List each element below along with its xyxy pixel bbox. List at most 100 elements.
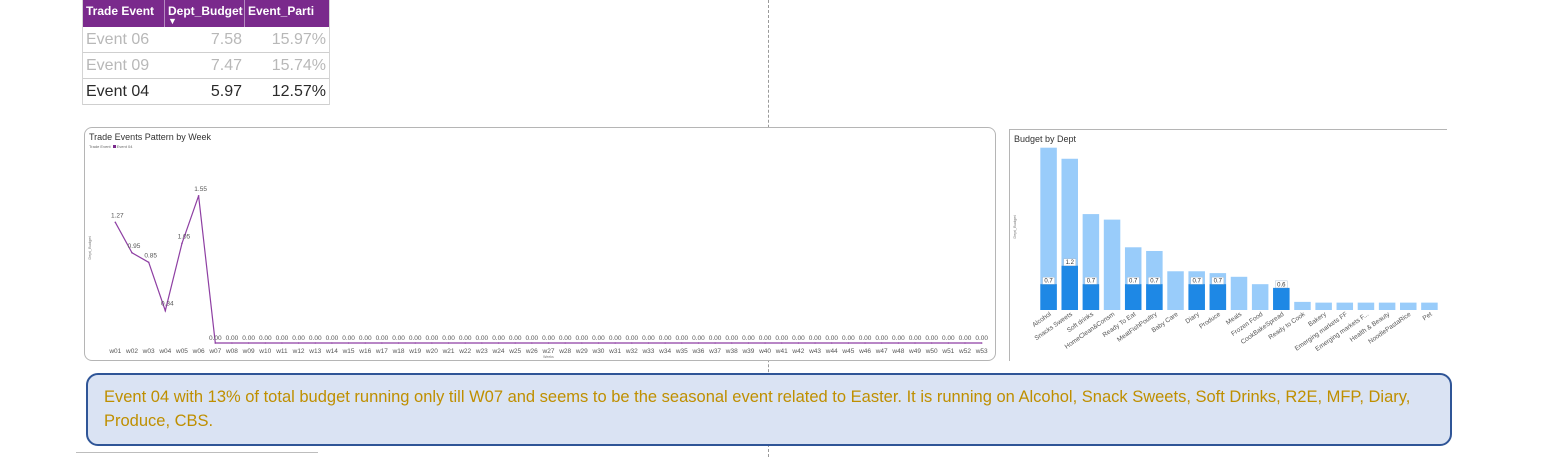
x-tick-label: w48 xyxy=(891,348,904,355)
data-point xyxy=(797,342,800,344)
data-label: 0.00 xyxy=(792,335,805,342)
data-label: 0.00 xyxy=(359,335,372,342)
data-point xyxy=(347,342,350,344)
x-tick-label: w32 xyxy=(625,348,638,355)
data-label: 0.7 xyxy=(1087,279,1096,285)
data-label: 0.00 xyxy=(292,335,305,342)
data-point xyxy=(830,342,833,344)
x-tick-label: w45 xyxy=(841,348,854,355)
x-tick-label: w02 xyxy=(125,348,138,355)
data-point xyxy=(581,342,583,344)
header-event-parti[interactable]: Event_Parti xyxy=(245,0,329,27)
x-tick-label: w06 xyxy=(192,348,205,355)
data-label: 0.00 xyxy=(276,335,289,342)
data-label: 0.00 xyxy=(609,335,622,342)
bar-total xyxy=(1400,302,1417,310)
table-scrollbar[interactable] xyxy=(76,452,318,456)
x-tick-label: w43 xyxy=(808,348,821,355)
x-tick-label: w10 xyxy=(258,348,271,355)
data-label: 0.7 xyxy=(1193,279,1202,285)
series-line-event-04 xyxy=(114,195,982,344)
line-chart-panel[interactable]: Trade Events Pattern by Week Trade Event… xyxy=(84,127,996,361)
x-tick-label: w11 xyxy=(275,348,288,355)
x-tick-label: w15 xyxy=(342,348,355,355)
header-dept-budget[interactable]: Dept_Budget ▼ xyxy=(165,0,245,27)
x-tick-label: w41 xyxy=(775,348,788,355)
data-point xyxy=(780,342,783,344)
header-trade-event[interactable]: Trade Event xyxy=(83,0,165,27)
x-tick-label: w05 xyxy=(175,348,188,355)
x-tick-label: w44 xyxy=(825,348,838,355)
x-tick-label: w35 xyxy=(675,348,688,355)
y-axis-label: Dept_Budget xyxy=(87,235,92,259)
data-label: 0.00 xyxy=(959,335,972,342)
x-tick-label: w21 xyxy=(442,348,455,355)
data-point xyxy=(964,342,966,344)
data-point xyxy=(564,342,566,344)
x-tick-label: w17 xyxy=(375,348,388,355)
data-label: 0.00 xyxy=(709,335,722,342)
data-label: 1.27 xyxy=(111,212,124,219)
data-label: 0.7 xyxy=(1214,279,1223,285)
data-point xyxy=(714,342,716,344)
x-tick-label: w12 xyxy=(292,348,305,355)
bar-event xyxy=(1146,284,1163,310)
data-point xyxy=(297,342,300,344)
data-point xyxy=(531,342,533,344)
data-point xyxy=(947,342,950,344)
x-tick-label: w04 xyxy=(158,348,171,355)
data-label: 0.00 xyxy=(642,335,655,342)
sort-desc-icon: ▼ xyxy=(168,16,177,26)
header-dept-budget-label: Dept_Budget xyxy=(168,4,243,18)
cell-event: Event 09 xyxy=(86,56,150,74)
data-label: 0.00 xyxy=(342,335,355,342)
data-label: 0.00 xyxy=(925,335,938,342)
x-axis-label: Weeks xyxy=(543,355,554,359)
data-label: 1.05 xyxy=(178,233,191,240)
data-label: 0.95 xyxy=(128,243,141,250)
bar-event xyxy=(1209,284,1227,310)
trade-event-table: Trade Event Dept_Budget ▼ Event_Parti Eve… xyxy=(82,0,330,105)
table-row-selected[interactable]: Event 04 5.97 12.57% xyxy=(83,79,329,105)
bar-chart-panel[interactable]: Budget by Dept Dept_Budget 0.7 Alcohol 1.2 S… xyxy=(1009,129,1447,361)
x-tick-label: Pet xyxy=(1422,311,1434,322)
data-point xyxy=(664,342,666,344)
data-point xyxy=(764,342,766,344)
x-tick-label: w28 xyxy=(558,348,571,355)
data-point xyxy=(114,221,117,224)
x-tick-label: w33 xyxy=(641,348,654,355)
data-point xyxy=(364,342,367,344)
data-label: 0.00 xyxy=(759,335,772,342)
bar-total xyxy=(1294,301,1311,310)
data-label: 0.00 xyxy=(409,335,422,342)
bar-total xyxy=(1251,284,1269,310)
cell-share: 15.97% xyxy=(271,30,326,48)
x-tick-label: w20 xyxy=(425,348,438,355)
data-label: 0.7 xyxy=(1150,279,1159,285)
data-point xyxy=(614,342,616,344)
x-tick-label: w19 xyxy=(408,348,421,355)
x-tick-label: w07 xyxy=(208,348,221,355)
table-row[interactable]: Event 09 7.47 15.74% xyxy=(83,53,329,79)
data-point xyxy=(730,342,733,344)
data-point xyxy=(631,342,633,344)
data-label: 0.00 xyxy=(492,335,505,342)
x-tick-label: w36 xyxy=(691,348,704,355)
x-tick-label: w08 xyxy=(225,348,238,355)
data-point xyxy=(381,342,383,344)
data-point xyxy=(147,261,150,264)
data-label: 0.00 xyxy=(875,335,888,342)
x-tick-label: w53 xyxy=(975,348,988,355)
bar-event xyxy=(1082,284,1100,310)
bar-event xyxy=(1040,284,1057,310)
x-tick-label: w39 xyxy=(741,348,754,355)
data-label: 0.00 xyxy=(859,335,872,342)
table-row[interactable]: Event 06 7.58 15.97% xyxy=(83,27,329,53)
x-tick-label: w25 xyxy=(508,348,521,355)
data-label: 0.6 xyxy=(1277,282,1286,288)
x-tick-label: w49 xyxy=(908,348,921,355)
data-label: 0.7 xyxy=(1129,279,1138,285)
data-point xyxy=(164,309,167,312)
data-label: 0.00 xyxy=(259,335,272,342)
data-label: 0.00 xyxy=(242,335,255,342)
